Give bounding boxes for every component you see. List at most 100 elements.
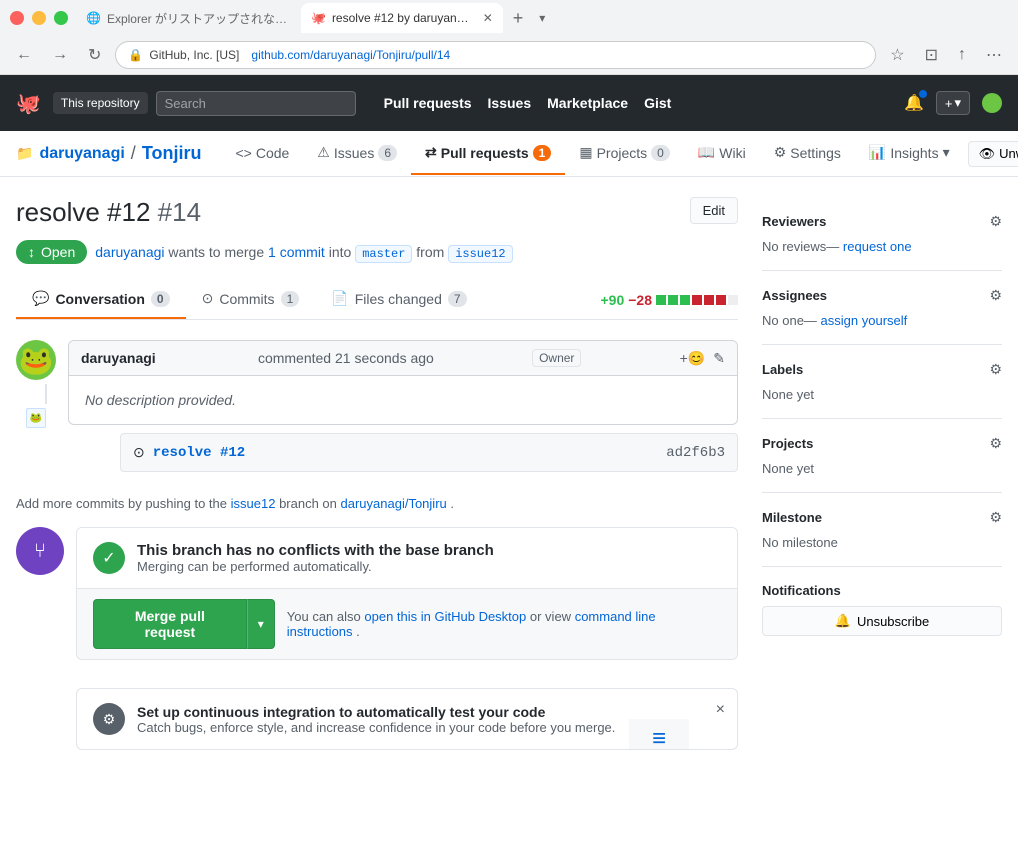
browser-max-btn[interactable]: [54, 11, 68, 25]
browser-min-btn[interactable]: [32, 11, 46, 25]
milestone-value: No milestone: [762, 535, 838, 550]
tab-code[interactable]: <> Code: [221, 133, 303, 175]
url-bar[interactable]: 🔒 GitHub, Inc. [US] github.com/daruyanag…: [115, 41, 876, 69]
notifications-bell[interactable]: 🔔: [904, 93, 924, 113]
browser-tabs: 🌐 Explorer がリストアップされな… 🐙 resolve #12 by …: [76, 3, 1008, 33]
unwatch-button[interactable]: 👁 Unwatch ▾ 1: [968, 141, 1018, 167]
repo-owner-link[interactable]: daruyanagi: [39, 145, 124, 163]
diff-bar-3: [680, 295, 690, 305]
request-review-link[interactable]: request one: [843, 239, 912, 254]
insights-chevron: ▾: [943, 144, 950, 161]
repo-name-link[interactable]: Tonjiru: [142, 143, 202, 164]
comment-author[interactable]: daruyanagi: [81, 350, 156, 366]
owner-badge: Owner: [532, 349, 581, 367]
repo-icon: 📁: [16, 145, 33, 162]
tab-code-label: Code: [256, 145, 289, 161]
ci-icon: ⚙: [93, 703, 125, 735]
notifications-section: Notifications 🔔 Unsubscribe: [762, 567, 1002, 652]
chevron-down-icon: ▾: [954, 95, 961, 111]
branch-info-repo[interactable]: daruyanagi/Tonjiru: [341, 496, 447, 511]
unsubscribe-button[interactable]: 🔔 Unsubscribe: [762, 606, 1002, 636]
comment-thread: 🐸 🐸 daruyanagi commented 21 seconds ago: [16, 340, 738, 480]
pr-tab-files-changed[interactable]: 📄 Files changed 7: [315, 280, 482, 319]
bookmark-button[interactable]: ☆: [884, 43, 910, 67]
repo-scope-label[interactable]: This repository: [53, 92, 148, 114]
tab-list-button[interactable]: ▾: [533, 11, 551, 25]
new-tab-button[interactable]: +: [507, 8, 530, 29]
merge-pull-request-button[interactable]: Merge pull request: [93, 599, 247, 649]
ci-close-button[interactable]: ×: [716, 701, 725, 719]
diff-bar-4: [692, 295, 702, 305]
assign-yourself-link[interactable]: assign yourself: [821, 313, 908, 328]
plus-menu-button[interactable]: + ▾: [936, 91, 970, 115]
tab2-favicon: 🐙: [311, 11, 326, 25]
add-reaction-button[interactable]: +😊: [680, 350, 706, 367]
merge-header: ✓ This branch has no conflicts with the …: [77, 528, 737, 588]
labels-settings-icon[interactable]: ⚙: [989, 361, 1002, 378]
pr-status-icon: ↕: [28, 244, 35, 260]
cast-button[interactable]: ⊡: [919, 43, 944, 67]
tab2-close[interactable]: ✕: [483, 11, 493, 25]
merge-title: This branch has no conflicts with the ba…: [137, 542, 494, 559]
breadcrumb: 📁 daruyanagi / Tonjiru: [16, 131, 201, 176]
labels-title: Labels: [762, 362, 803, 377]
global-nav: Pull requests Issues Marketplace Gist: [384, 95, 892, 111]
browser-tab-1[interactable]: 🌐 Explorer がリストアップされな…: [76, 3, 297, 33]
unwatch-label: Unwatch: [999, 146, 1018, 161]
menu-button[interactable]: ⋯: [980, 43, 1008, 67]
pr-status-text: Open: [41, 244, 75, 260]
github-logo[interactable]: 🐙: [16, 91, 41, 116]
back-button[interactable]: ←: [10, 44, 38, 66]
tab-settings-label: Settings: [790, 145, 841, 161]
tab-insights[interactable]: 📊 Insights ▾: [855, 132, 964, 175]
pr-base-branch[interactable]: master: [355, 245, 412, 263]
pr-author-link[interactable]: daruyanagi: [95, 244, 164, 260]
ci-subtitle: Catch bugs, enforce style, and increase …: [137, 720, 615, 735]
browser-close-btn[interactable]: [10, 11, 24, 25]
pr-status-row: ↕ Open daruyanagi wants to merge 1 commi…: [16, 240, 738, 264]
assignees-section: Assignees ⚙ No one— assign yourself: [762, 271, 1002, 345]
ci-logo: ≡: [629, 719, 689, 750]
commit-message-link[interactable]: resolve #12: [153, 445, 245, 461]
tab-wiki[interactable]: 📖 Wiki: [684, 132, 760, 175]
issues-count: 6: [378, 145, 397, 161]
ci-row: × ⚙ Set up continuous integration to aut…: [16, 688, 738, 750]
nav-pull-requests[interactable]: Pull requests: [384, 95, 472, 111]
merge-note-middle: or view: [530, 609, 571, 624]
milestone-settings-icon[interactable]: ⚙: [989, 509, 1002, 526]
share-button[interactable]: ↑: [952, 44, 972, 66]
open-in-desktop-link[interactable]: open this in GitHub Desktop: [364, 609, 526, 624]
branch-info-branch[interactable]: issue12: [231, 496, 276, 511]
pencil-icon: ✎: [713, 350, 725, 366]
forward-button[interactable]: →: [46, 44, 74, 66]
nav-gist[interactable]: Gist: [644, 95, 671, 111]
pr-head-branch[interactable]: issue12: [448, 245, 512, 263]
browser-tab-2[interactable]: 🐙 resolve #12 by daruyan… ✕: [301, 3, 503, 33]
refresh-button[interactable]: ↻: [82, 43, 107, 67]
tab-issues[interactable]: ⚠ Issues 6: [303, 132, 411, 175]
pr-action-text: wants to merge: [168, 244, 268, 260]
edit-comment-button[interactable]: ✎: [713, 350, 725, 367]
nav-issues[interactable]: Issues: [488, 95, 532, 111]
insights-icon: 📊: [869, 144, 886, 161]
assignees-settings-icon[interactable]: ⚙: [989, 287, 1002, 304]
no-reviews-text: No reviews—: [762, 239, 839, 254]
projects-settings-icon[interactable]: ⚙: [989, 435, 1002, 452]
pr-commit-count-link[interactable]: 1 commit: [268, 244, 325, 260]
conversation-label: Conversation: [55, 291, 144, 307]
merge-dropdown-button[interactable]: ▾: [247, 599, 275, 649]
ci-section: × ⚙ Set up continuous integration to aut…: [76, 688, 738, 750]
tab-pull-requests[interactable]: ⇄ Pull requests 1: [411, 132, 565, 175]
tab-projects[interactable]: ▦ Projects 0: [565, 132, 684, 175]
search-input[interactable]: [156, 91, 356, 116]
pr-tab-conversation[interactable]: 💬 Conversation 0: [16, 280, 186, 319]
tab-settings[interactable]: ⚙ Settings: [760, 132, 855, 175]
pr-tab-commits[interactable]: ⊙ Commits 1: [186, 280, 316, 319]
edit-pr-button[interactable]: Edit: [690, 197, 738, 224]
reviewers-settings-icon[interactable]: ⚙: [989, 213, 1002, 230]
pr-title: resolve #12 #14: [16, 197, 201, 228]
assignees-title: Assignees: [762, 288, 827, 303]
merge-icon-row: ⑂ ✓ This branch has no conflicts with th…: [16, 527, 738, 676]
user-avatar[interactable]: [982, 93, 1002, 113]
nav-marketplace[interactable]: Marketplace: [547, 95, 628, 111]
